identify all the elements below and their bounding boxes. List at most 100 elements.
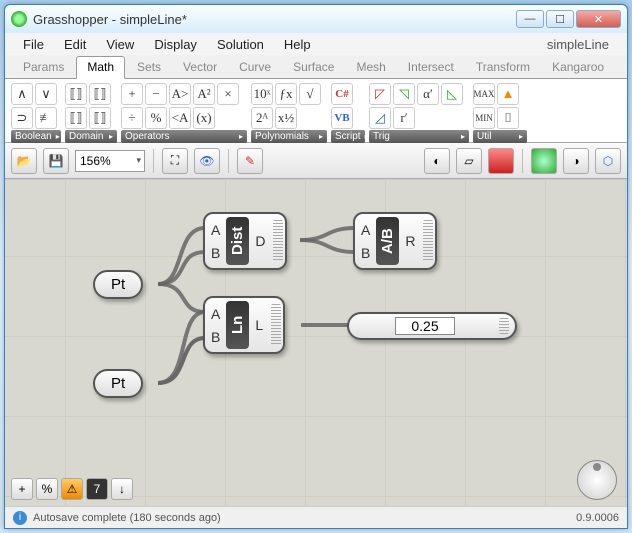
util-box-icon[interactable]: ⌷: [497, 107, 519, 129]
ribbon-label-operators[interactable]: Operators: [121, 130, 247, 143]
slider-value[interactable]: [395, 317, 455, 335]
op-lt-icon[interactable]: <A: [169, 107, 191, 129]
open-button[interactable]: 📂: [11, 148, 37, 174]
menu-solution[interactable]: Solution: [207, 35, 274, 54]
port-b[interactable]: B: [211, 245, 220, 261]
sketch-button[interactable]: ✎: [237, 148, 263, 174]
util-max-icon[interactable]: MAX: [473, 83, 495, 105]
shade-button-1[interactable]: ◐: [424, 148, 450, 174]
op-gt-icon[interactable]: A>: [169, 83, 191, 105]
preview-button[interactable]: 👁: [194, 148, 220, 174]
poly-xhalf-icon[interactable]: x½: [275, 107, 297, 129]
dock-add-button[interactable]: +: [11, 478, 33, 500]
poly-sqrt-icon[interactable]: √: [299, 83, 321, 105]
op-neg-icon[interactable]: (x): [193, 107, 215, 129]
preview-red-button[interactable]: [488, 148, 514, 174]
menu-display[interactable]: Display: [144, 35, 207, 54]
component-slider[interactable]: [347, 312, 517, 340]
port-d[interactable]: D: [255, 233, 265, 249]
display-hex-button[interactable]: ⬡: [595, 148, 621, 174]
ribbon-label-trig[interactable]: Trig: [369, 130, 469, 143]
poly-2a-icon[interactable]: 2ᴬ: [251, 107, 273, 129]
grip[interactable]: [271, 304, 281, 346]
grip[interactable]: [273, 220, 283, 262]
domain-icon-2[interactable]: ⟦⟧: [89, 83, 111, 105]
script-csharp-icon[interactable]: C#: [331, 83, 353, 105]
component-distance[interactable]: A B Dist D: [203, 212, 287, 270]
compass-widget[interactable]: [577, 460, 617, 500]
grip[interactable]: [423, 220, 433, 262]
bool-or-icon[interactable]: ∨: [35, 83, 57, 105]
domain-icon-3[interactable]: ⟦⟧: [65, 107, 87, 129]
tab-math[interactable]: Math: [76, 56, 125, 79]
close-button[interactable]: [576, 10, 621, 28]
shade-button-2[interactable]: ▱: [456, 148, 482, 174]
trig-icon-5[interactable]: α′: [417, 83, 439, 105]
domain-icon-4[interactable]: ⟦⟧: [89, 107, 111, 129]
trig-icon-3[interactable]: ◺: [441, 83, 463, 105]
component-pt-1[interactable]: Pt: [93, 270, 143, 299]
minimize-button[interactable]: [516, 10, 544, 28]
titlebar[interactable]: Grasshopper - simpleLine*: [5, 5, 627, 33]
poly-fx-icon[interactable]: ƒx: [275, 83, 297, 105]
op-mul-icon[interactable]: ×: [217, 83, 239, 105]
tab-kangaroo[interactable]: Kangaroo: [542, 57, 614, 78]
util-min-icon[interactable]: MIN: [473, 107, 495, 129]
tab-surface[interactable]: Surface: [283, 57, 344, 78]
dock-7-button[interactable]: 7: [86, 478, 108, 500]
menu-file[interactable]: File: [13, 35, 54, 54]
op-pow-icon[interactable]: A²: [193, 83, 215, 105]
zoom-dropdown[interactable]: 156%: [75, 150, 145, 172]
domain-icon-1[interactable]: ⟦⟧: [65, 83, 87, 105]
op-sub-icon[interactable]: −: [145, 83, 167, 105]
port-b[interactable]: B: [211, 329, 220, 345]
port-a[interactable]: A: [211, 222, 220, 238]
dock-warn-button[interactable]: ⚠: [61, 478, 83, 500]
tab-vector[interactable]: Vector: [173, 57, 227, 78]
op-mod-icon[interactable]: %: [145, 107, 167, 129]
canvas[interactable]: Pt Pt A B Dist D A B A/B R: [5, 179, 627, 506]
display-green-button[interactable]: [531, 148, 557, 174]
tab-transform[interactable]: Transform: [466, 57, 540, 78]
save-button[interactable]: 💾: [43, 148, 69, 174]
component-line[interactable]: A B Ln L: [203, 296, 285, 354]
tab-intersect[interactable]: Intersect: [398, 57, 464, 78]
zoom-extents-button[interactable]: ⛶: [162, 148, 188, 174]
trig-icon-2[interactable]: ◹: [393, 83, 415, 105]
ribbon-label-util[interactable]: Util: [473, 130, 527, 143]
trig-icon-4[interactable]: ◿: [369, 107, 391, 129]
port-b[interactable]: B: [361, 245, 370, 261]
menu-help[interactable]: Help: [274, 35, 321, 54]
util-curve-icon[interactable]: ▲: [497, 83, 519, 105]
trig-icon-6[interactable]: r′: [393, 107, 415, 129]
tab-params[interactable]: Params: [13, 57, 74, 78]
grip[interactable]: [499, 318, 509, 334]
port-a[interactable]: A: [211, 306, 220, 322]
ribbon-label-script[interactable]: Script: [331, 130, 365, 143]
trig-icon-1[interactable]: ◸: [369, 83, 391, 105]
port-r[interactable]: R: [405, 233, 415, 249]
script-vb-icon[interactable]: VB: [331, 107, 353, 129]
port-a[interactable]: A: [361, 222, 370, 238]
component-pt-2[interactable]: Pt: [93, 369, 143, 398]
bool-imp-icon[interactable]: ⊃: [11, 107, 33, 129]
dock-down-button[interactable]: ↓: [111, 478, 133, 500]
display-half-button[interactable]: ◑: [563, 148, 589, 174]
menu-view[interactable]: View: [96, 35, 144, 54]
bool-neq-icon[interactable]: ≢: [35, 107, 57, 129]
tab-curve[interactable]: Curve: [229, 57, 281, 78]
op-div-icon[interactable]: ÷: [121, 107, 143, 129]
port-l[interactable]: L: [255, 317, 263, 333]
dock-pct-button[interactable]: %: [36, 478, 58, 500]
menu-edit[interactable]: Edit: [54, 35, 96, 54]
bool-and-icon[interactable]: ∧: [11, 83, 33, 105]
ribbon-label-boolean[interactable]: Boolean: [11, 130, 61, 143]
maximize-button[interactable]: [546, 10, 574, 28]
ribbon-label-domain[interactable]: Domain: [65, 130, 117, 143]
ribbon-label-polynomials[interactable]: Polynomials: [251, 130, 327, 143]
tab-mesh[interactable]: Mesh: [346, 57, 395, 78]
tab-sets[interactable]: Sets: [127, 57, 171, 78]
component-division[interactable]: A B A/B R: [353, 212, 437, 270]
op-add-icon[interactable]: +: [121, 83, 143, 105]
poly-10x-icon[interactable]: 10ˣ: [251, 83, 273, 105]
